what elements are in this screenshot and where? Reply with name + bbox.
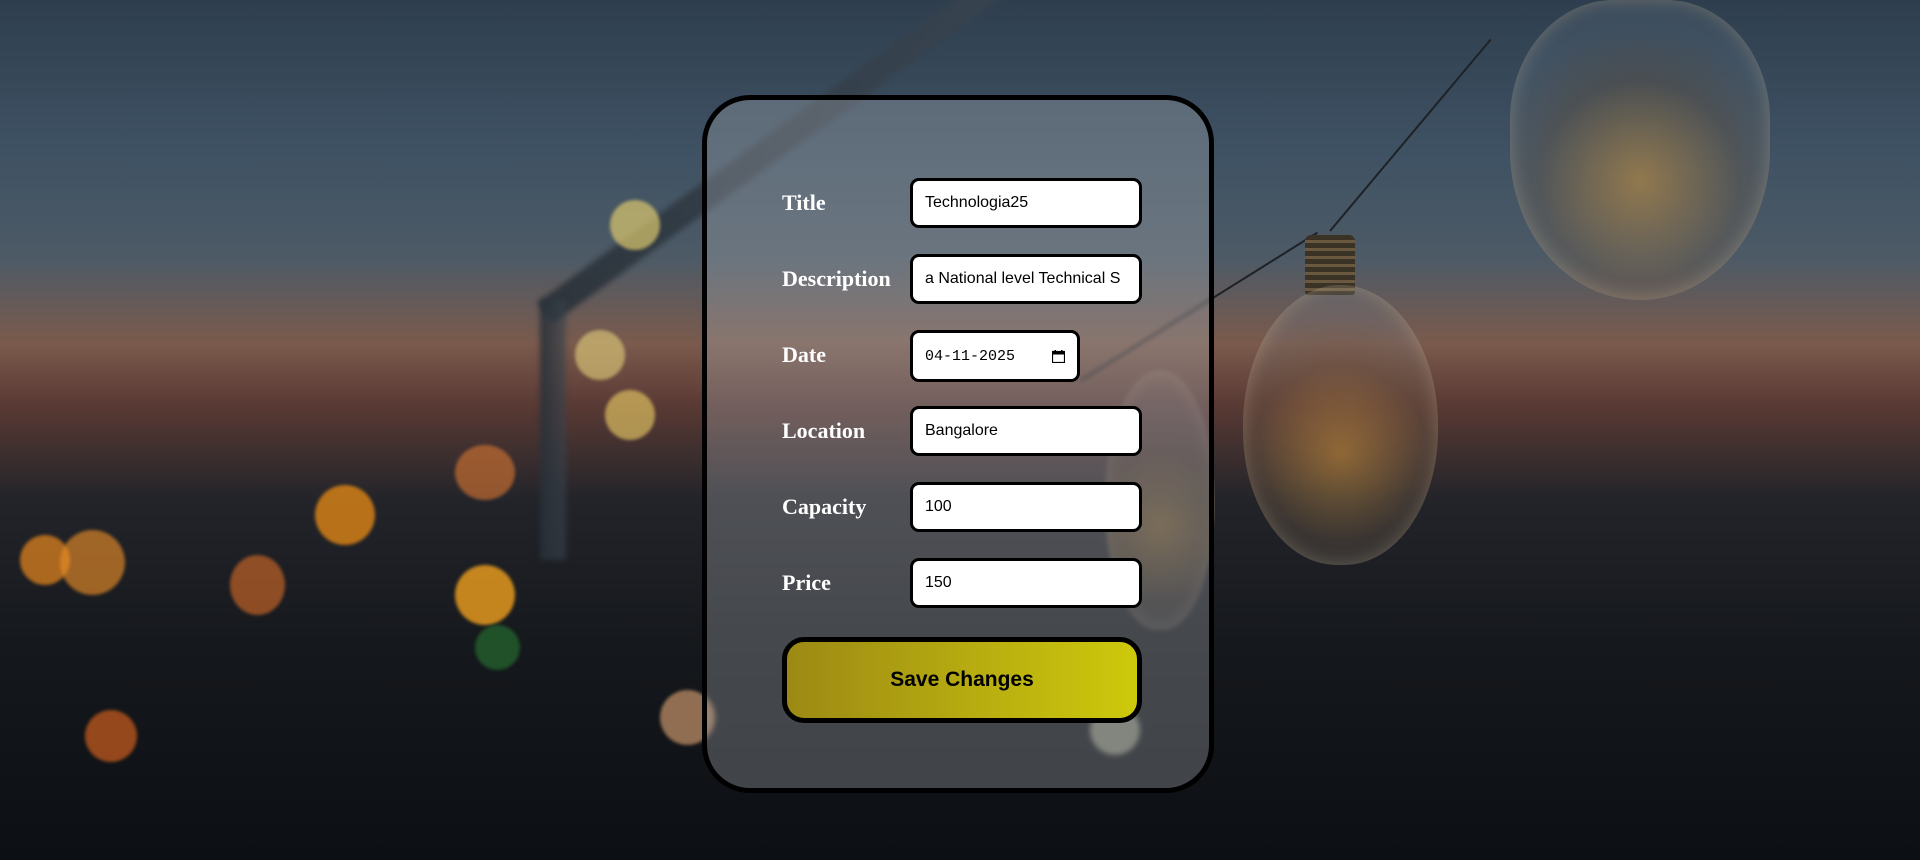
save-changes-button[interactable]: Save Changes <box>782 637 1142 723</box>
title-row: Title <box>782 178 1142 228</box>
background-post <box>540 300 566 560</box>
bokeh-light <box>60 530 125 595</box>
date-input[interactable]: 04-11-2025 <box>910 330 1080 382</box>
light-bulb <box>1243 285 1438 565</box>
bokeh-light <box>475 625 520 670</box>
bokeh-light <box>230 555 285 615</box>
price-row: Price <box>782 558 1142 608</box>
location-label: Location <box>782 418 866 443</box>
title-label: Title <box>782 190 826 215</box>
bokeh-light <box>605 390 655 440</box>
bokeh-light <box>315 485 375 545</box>
description-label: Description <box>782 266 891 291</box>
bokeh-light <box>575 330 625 380</box>
location-input[interactable] <box>910 406 1142 456</box>
capacity-row: Capacity <box>782 482 1142 532</box>
price-input[interactable] <box>910 558 1142 608</box>
capacity-label: Capacity <box>782 494 867 519</box>
bokeh-light <box>610 200 660 250</box>
edit-event-form: Title Description Date 04-11-2025 Locati… <box>702 95 1214 793</box>
bokeh-light <box>455 565 515 625</box>
bokeh-light <box>455 445 515 500</box>
background-wire <box>1329 38 1492 232</box>
description-input[interactable] <box>910 254 1142 304</box>
light-bulb <box>1510 0 1770 300</box>
description-row: Description <box>782 254 1142 304</box>
bokeh-light <box>85 710 137 762</box>
calendar-icon[interactable] <box>1051 349 1066 363</box>
date-row: Date 04-11-2025 <box>782 330 1142 382</box>
date-label: Date <box>782 342 826 367</box>
title-input[interactable] <box>910 178 1142 228</box>
price-label: Price <box>782 570 831 595</box>
date-value: 04-11-2025 <box>925 347 1016 365</box>
location-row: Location <box>782 406 1142 456</box>
capacity-input[interactable] <box>910 482 1142 532</box>
